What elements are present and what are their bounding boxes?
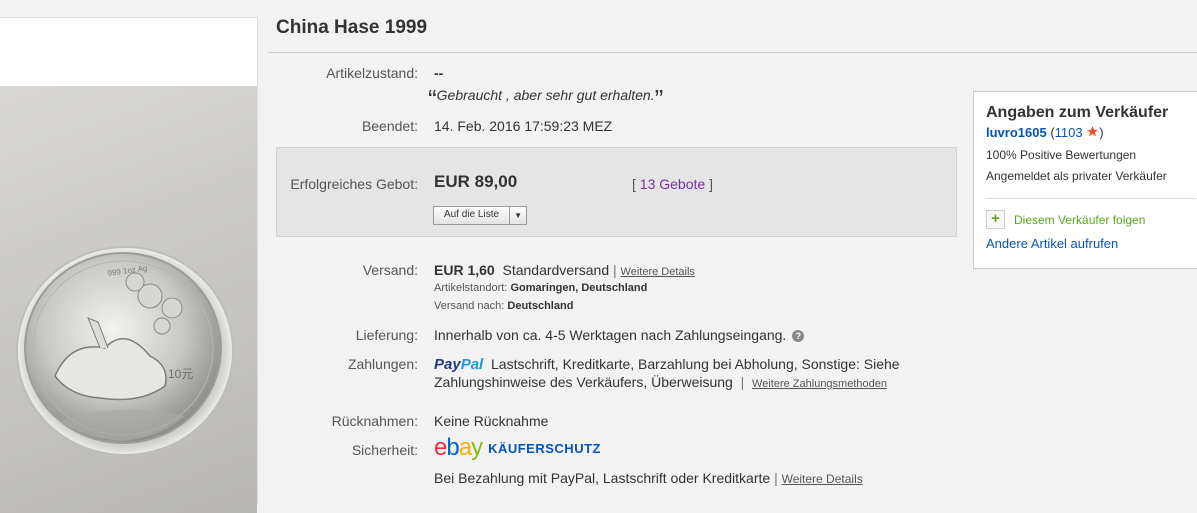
svg-text:10元: 10元 bbox=[168, 367, 193, 381]
positive-feedback: 100% Positive Bewertungen bbox=[986, 148, 1137, 162]
feedback-count-link[interactable]: 1103 bbox=[1055, 125, 1083, 140]
condition-description: “Gebraucht , aber sehr gut erhalten.” bbox=[428, 84, 664, 114]
follow-seller-label[interactable]: Diesem Verkäufer folgen bbox=[1014, 213, 1145, 227]
payments-line1: PayPal Lastschrift, Kreditkarte, Barzahl… bbox=[434, 356, 900, 373]
seller-divider bbox=[986, 198, 1196, 199]
winning-bid-label: Erfolgreiches Gebot: bbox=[290, 176, 418, 192]
title-divider bbox=[268, 52, 1197, 53]
item-title: China Hase 1999 bbox=[276, 17, 428, 38]
seller-username-link[interactable]: luvro1605 bbox=[986, 125, 1047, 140]
more-payment-methods-link[interactable]: Weitere Zahlungsmethoden bbox=[752, 378, 887, 390]
shipping-method: Standardversand bbox=[502, 262, 610, 278]
payments-line2: Zahlungshinweise des Verkäufers, Überwei… bbox=[434, 374, 887, 390]
bid-box bbox=[276, 147, 957, 237]
ebay-logo-icon: ebay bbox=[434, 434, 483, 461]
winning-bid-price: EUR 89,00 bbox=[434, 172, 518, 191]
watchlist-label[interactable]: Auf die Liste bbox=[434, 207, 511, 224]
chevron-down-icon[interactable]: ▼ bbox=[510, 207, 526, 224]
seller-type: Angemeldet als privater Verkäufer bbox=[986, 169, 1167, 183]
bid-history-link[interactable]: 13 Gebote bbox=[640, 176, 705, 192]
payments-label: Zahlungen: bbox=[347, 356, 418, 372]
ended-value: 14. Feb. 2016 17:59:23 MEZ bbox=[434, 118, 613, 134]
seller-heading: Angaben zum Verkäufer bbox=[986, 104, 1169, 121]
shipping-line: EUR 1,60 Standardversand | Weitere Detai… bbox=[434, 262, 695, 278]
security-text: Bei Bezahlung mit PayPal, Lastschrift od… bbox=[434, 470, 863, 486]
delivery-value: Innerhalb von ca. 4-5 Werktagen nach Zah… bbox=[434, 327, 805, 343]
other-items-link[interactable]: Andere Artikel aufrufen bbox=[986, 236, 1118, 251]
returns-value: Keine Rücknahme bbox=[434, 413, 549, 429]
delivery-label: Lieferung: bbox=[355, 327, 418, 343]
item-location: Artikelstandort: Gomaringen, Deutschland bbox=[434, 282, 648, 294]
coin-image: 999 1oz Ag 10元 bbox=[16, 246, 234, 456]
shipping-details-link[interactable]: Weitere Details bbox=[621, 266, 695, 278]
item-photo[interactable]: 999 1oz Ag 10元 bbox=[0, 86, 257, 513]
plus-icon[interactable]: + bbox=[986, 210, 1005, 229]
add-to-watchlist-button[interactable]: Auf die Liste ▼ bbox=[433, 206, 528, 225]
seller-name-line: luvro1605 (1103 ) bbox=[986, 125, 1104, 140]
follow-seller-button[interactable]: + Diesem Verkäufer folgen bbox=[986, 210, 1145, 229]
buyer-protection-text: KÄUFERSCHUTZ bbox=[488, 440, 601, 456]
buyer-protection-logo: ebay KÄUFERSCHUTZ bbox=[434, 434, 601, 462]
condition-value: -- bbox=[434, 65, 444, 81]
security-label: Sicherheit: bbox=[351, 442, 418, 458]
shipping-label: Versand: bbox=[362, 262, 418, 278]
ended-label: Beendet: bbox=[361, 118, 418, 134]
ships-to: Versand nach: Deutschland bbox=[434, 300, 574, 312]
bid-count: [ 13 Gebote ] bbox=[632, 176, 713, 192]
returns-label: Rücknahmen: bbox=[331, 413, 418, 429]
seller-info-box: Angaben zum Verkäufer luvro1605 (1103 ) … bbox=[973, 91, 1197, 269]
feedback-star-icon bbox=[1087, 126, 1099, 137]
shipping-price: EUR 1,60 bbox=[434, 262, 495, 278]
paypal-logo-icon: PayPal bbox=[434, 356, 484, 373]
help-icon[interactable]: ? bbox=[792, 330, 805, 342]
condition-label: Artikelzustand: bbox=[326, 65, 418, 81]
security-details-link[interactable]: Weitere Details bbox=[782, 472, 863, 486]
image-panel: 999 1oz Ag 10元 bbox=[0, 17, 258, 513]
